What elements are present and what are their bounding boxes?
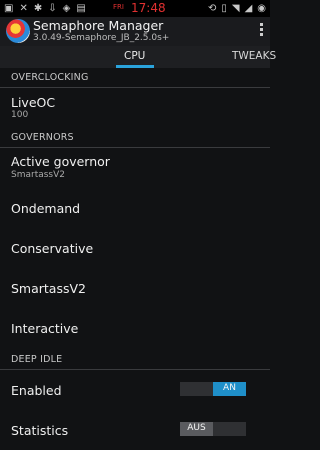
deep-idle-enabled-toggle[interactable]: AN	[180, 382, 246, 396]
section-overclocking: OVERCLOCKING	[0, 68, 270, 88]
liveoc-title: LiveOC	[11, 95, 56, 110]
action-bar: Semaphore Manager 3.0.49-Semaphore_JB_2.…	[0, 17, 270, 46]
sync-icon: ⟲	[207, 3, 217, 14]
deep-idle-statistics-label: Statistics	[11, 423, 69, 438]
active-governor-title: Active governor	[11, 154, 110, 169]
governor-item-interactive[interactable]: Interactive	[0, 308, 270, 348]
battery-icon: ◉	[257, 3, 266, 14]
tab-tweaks[interactable]: TWEAKS	[232, 50, 276, 62]
deep-idle-statistics-setting: Statistics AUS	[0, 410, 270, 450]
battery-label: FRI	[113, 3, 124, 11]
toggle-knob: AN	[213, 382, 246, 396]
download-icon: ⇩	[48, 3, 57, 14]
tab-bar: CPU TWEAKS	[0, 46, 276, 68]
system-icons: ⟲ ▯ ◥ ◢ ◉	[208, 2, 266, 15]
notification-icons: ▣ ✕ ✱ ⇩ ◈ ▤	[4, 2, 86, 15]
image-notification-icon: ▣	[4, 3, 14, 14]
app-icon[interactable]	[6, 19, 30, 43]
wifi-icon: ◥	[231, 3, 240, 14]
governor-item-label: Interactive	[11, 321, 79, 336]
app-notification-icon: ▤	[76, 3, 86, 14]
active-governor-value: SmartassV2	[11, 170, 65, 180]
bug-icon: ✱	[33, 3, 43, 14]
signal-icon: ◢	[244, 3, 253, 14]
governor-item-smartassv2[interactable]: SmartassV2	[0, 268, 270, 308]
toggle-text: AUS	[187, 423, 206, 433]
governor-item-conservative[interactable]: Conservative	[0, 228, 270, 268]
governor-item-label: SmartassV2	[11, 281, 86, 296]
tab-cpu[interactable]: CPU	[124, 50, 145, 62]
liveoc-setting[interactable]: LiveOC 100	[0, 88, 270, 128]
governor-item-ondemand[interactable]: Ondemand	[0, 188, 270, 228]
deep-idle-enabled-label: Enabled	[11, 383, 62, 398]
section-overclocking-label: OVERCLOCKING	[11, 72, 89, 83]
status-bar: ▣ ✕ ✱ ⇩ ◈ ▤ FRI 17:48 ⟲ ▯ ◥ ◢ ◉	[0, 0, 270, 17]
android-icon: ◈	[62, 3, 71, 14]
section-deep-idle-label: DEEP IDLE	[11, 354, 63, 365]
section-governors: GOVERNORS	[0, 128, 270, 148]
governor-item-label: Conservative	[11, 241, 94, 256]
deep-idle-statistics-toggle[interactable]: AUS	[180, 422, 246, 436]
overflow-menu-icon[interactable]	[256, 21, 266, 41]
governor-item-label: Ondemand	[11, 201, 81, 216]
app-title: Semaphore Manager	[33, 18, 164, 33]
deep-idle-enabled-setting: Enabled AN	[0, 370, 270, 410]
usb-icon: ✕	[19, 3, 28, 14]
toggle-text: AN	[223, 383, 236, 393]
app-subtitle: 3.0.49-Semaphore_JB_2.5.0s+	[33, 33, 170, 43]
vibrate-icon: ▯	[221, 3, 227, 14]
liveoc-value: 100	[11, 110, 29, 120]
clock: 17:48	[131, 1, 166, 15]
active-governor-setting[interactable]: Active governor SmartassV2	[0, 148, 270, 188]
section-governors-label: GOVERNORS	[11, 132, 74, 143]
section-deep-idle: DEEP IDLE	[0, 350, 270, 370]
toggle-knob: AUS	[180, 422, 213, 436]
